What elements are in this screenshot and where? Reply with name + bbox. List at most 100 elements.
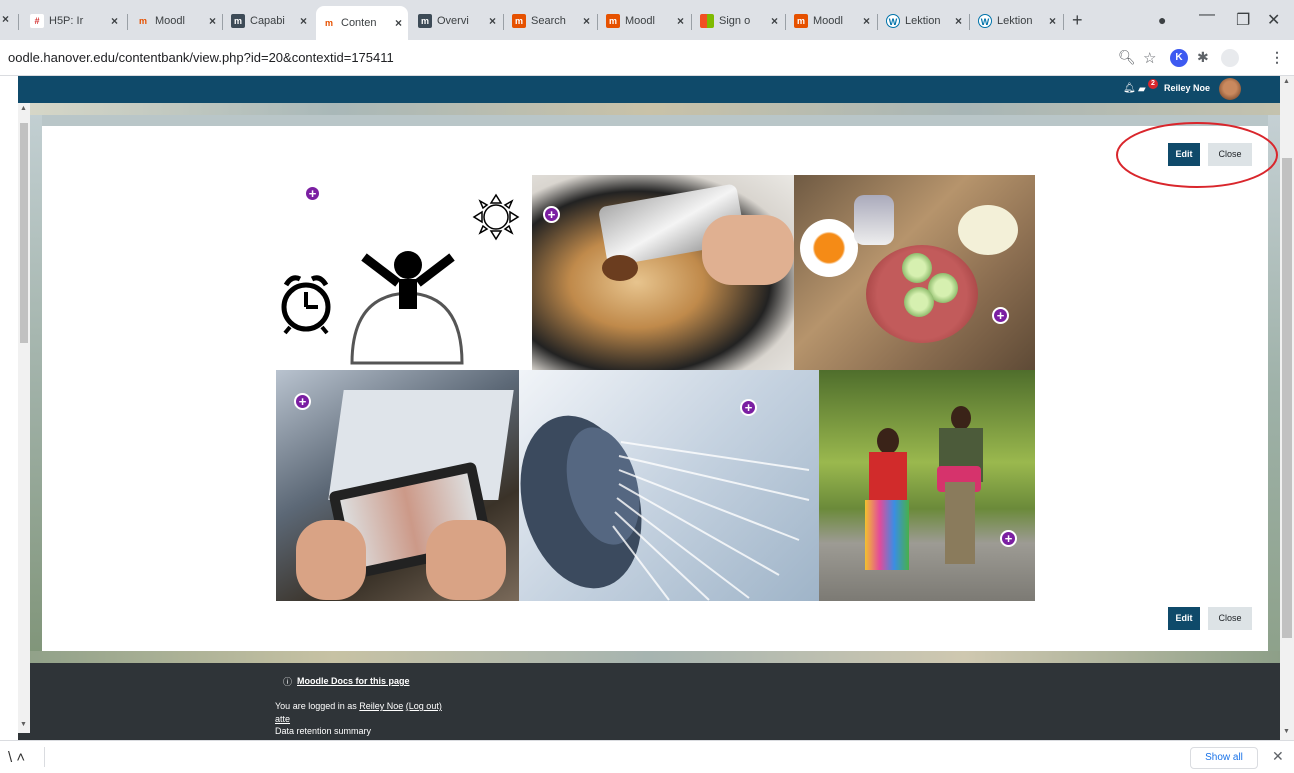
- browser-tab[interactable]: W Lektion ×: [972, 8, 1062, 34]
- kebab-menu-icon[interactable]: ⋮: [1270, 49, 1284, 66]
- page-scroll-thumb[interactable]: [1282, 158, 1292, 638]
- avatar[interactable]: [1219, 78, 1241, 100]
- download-bar: \ ˄ Show all ✕: [0, 740, 1294, 773]
- tab-label: Lektion: [997, 15, 1033, 27]
- restore-icon[interactable]: ❐: [1236, 10, 1250, 30]
- minimize-icon[interactable]: —: [1199, 6, 1215, 24]
- hotspot-plus-icon[interactable]: +: [304, 185, 321, 202]
- scroll-up-icon[interactable]: ▲: [20, 105, 27, 112]
- moodle-m-icon: m: [231, 14, 245, 28]
- alarm-clock-icon: [281, 193, 520, 365]
- bookmark-star-icon[interactable]: ☆: [1143, 49, 1156, 67]
- moodle-docs-link[interactable]: Moodle Docs for this page: [297, 676, 410, 686]
- background-strip: [18, 103, 1280, 115]
- tablet-hands-photo: [276, 370, 519, 601]
- moodle-page: 🔔︎ ▰ 2 Reiley Noe Edit Close + + + + + +…: [18, 76, 1280, 740]
- page-footer: ⓘ Moodle Docs for this page You are logg…: [18, 663, 1280, 740]
- coffee-filter-photo: [532, 175, 794, 370]
- inner-scrollbar[interactable]: ▲ ▼: [18, 103, 30, 733]
- tab-close-icon[interactable]: ×: [111, 14, 118, 28]
- tab-close-icon[interactable]: ×: [955, 14, 962, 28]
- download-item-icon[interactable]: \ ˄: [8, 749, 25, 766]
- zoom-icon[interactable]: 🔍︎: [1118, 49, 1136, 66]
- window-close-icon[interactable]: ✕: [1267, 10, 1280, 30]
- browser-tab[interactable]: m Moodl ×: [600, 8, 690, 34]
- tab-label: Capabi: [250, 15, 285, 27]
- hotspot-plus-icon[interactable]: +: [740, 399, 757, 416]
- browser-tab[interactable]: m Capabi ×: [225, 8, 313, 34]
- inner-scroll-thumb[interactable]: [20, 123, 28, 343]
- hotspot-plus-icon[interactable]: +: [1000, 530, 1017, 547]
- messages-icon[interactable]: ▰: [1138, 84, 1146, 95]
- logged-in-info: You are logged in as Reiley Noe (Log out…: [275, 701, 442, 711]
- close-button-bottom[interactable]: Close: [1208, 607, 1252, 630]
- tab-label: Overvi: [437, 15, 469, 27]
- browser-tab-active[interactable]: m Conten ×: [316, 6, 408, 40]
- tab-label: Moodl: [625, 15, 655, 27]
- extensions-puzzle-icon[interactable]: ✱: [1197, 49, 1209, 66]
- profile-k-icon[interactable]: K: [1170, 49, 1188, 67]
- moodle-icon: m: [138, 16, 147, 26]
- tab-close-icon[interactable]: ×: [2, 12, 9, 26]
- scroll-down-icon[interactable]: ▼: [1283, 728, 1290, 735]
- user-name[interactable]: Reiley Noe: [1164, 83, 1210, 93]
- url-field[interactable]: oodle.hanover.edu/contentbank/view.php?i…: [8, 50, 394, 65]
- tab-close-icon[interactable]: ×: [300, 14, 307, 28]
- edit-button-bottom[interactable]: Edit: [1168, 607, 1200, 630]
- tab-close-icon[interactable]: ×: [209, 14, 216, 28]
- footer-link[interactable]: atte: [275, 714, 290, 724]
- tab-close-icon[interactable]: ×: [1049, 14, 1056, 28]
- tab-close-icon[interactable]: ×: [677, 14, 684, 28]
- tab-label: Sign o: [719, 15, 751, 27]
- microsoft-icon: [700, 14, 714, 28]
- browser-tab[interactable]: W Lektion ×: [880, 8, 968, 34]
- moodle-icon: m: [324, 18, 333, 28]
- account-icon[interactable]: [1221, 49, 1239, 67]
- tab-label: Moodl: [155, 15, 185, 27]
- logged-in-prefix: You are logged in as: [275, 701, 357, 711]
- tab-close-icon[interactable]: ×: [395, 16, 402, 30]
- page-scrollbar[interactable]: ▲ ▼: [1280, 76, 1294, 740]
- browser-tab[interactable]: m Moodl ×: [130, 8, 222, 34]
- tab-close-icon[interactable]: ×: [771, 14, 778, 28]
- breakfast-plate-photo: [794, 175, 1035, 370]
- hotspot-plus-icon[interactable]: +: [294, 393, 311, 410]
- moodle-m-icon: m: [606, 14, 620, 28]
- tab-close-icon[interactable]: ×: [863, 14, 870, 28]
- tab-close-icon[interactable]: ×: [489, 14, 496, 28]
- moodle-m-icon: m: [512, 14, 526, 28]
- tab-close-icon[interactable]: ×: [583, 14, 590, 28]
- download-bar-close-icon[interactable]: ✕: [1272, 748, 1284, 765]
- logout-link[interactable]: (Log out): [406, 701, 442, 711]
- user-profile-link[interactable]: Reiley Noe: [359, 701, 403, 711]
- wordpress-icon: W: [886, 14, 900, 28]
- browser-tab[interactable]: Sign o ×: [694, 8, 784, 34]
- background-strip-bottom: [18, 651, 1280, 663]
- new-tab-plus-icon[interactable]: +: [1072, 10, 1083, 31]
- show-all-button[interactable]: Show all: [1190, 747, 1258, 769]
- wake-up-illustration: [276, 175, 532, 370]
- address-bar: oodle.hanover.edu/contentbank/view.php?i…: [0, 40, 1294, 76]
- tab-label: Conten: [341, 17, 377, 29]
- background-right: [1268, 115, 1280, 675]
- moodle-navbar: 🔔︎ ▰ 2 Reiley Noe: [18, 76, 1280, 103]
- content-region: Edit Close + + + + + + Edit Close: [42, 122, 1278, 651]
- tab-label: Moodl: [813, 15, 843, 27]
- walking-couple-photo: [819, 370, 1035, 601]
- browser-tab[interactable]: m Moodl ×: [788, 8, 876, 34]
- scroll-down-icon[interactable]: ▼: [20, 721, 27, 728]
- hotspot-plus-icon[interactable]: +: [543, 206, 560, 223]
- moodle-m-icon: m: [418, 14, 432, 28]
- scroll-up-icon[interactable]: ▲: [1283, 78, 1290, 85]
- hotspot-plus-icon[interactable]: +: [992, 307, 1009, 324]
- browser-tab[interactable]: # H5P: Ir ×: [24, 8, 124, 34]
- browser-tab[interactable]: m Overvi ×: [412, 8, 502, 34]
- bell-icon[interactable]: 🔔︎: [1123, 83, 1136, 94]
- notification-count-badge: 2: [1148, 79, 1158, 89]
- browser-tab-strip: × # H5P: Ir × m Moodl × m Capabi × m Con…: [0, 0, 1294, 40]
- tab-search-icon[interactable]: ●: [1158, 12, 1166, 28]
- data-retention-link[interactable]: Data retention summary: [275, 726, 371, 736]
- wordpress-icon: W: [978, 14, 992, 28]
- browser-tab[interactable]: m Search ×: [506, 8, 596, 34]
- tab-label: H5P: Ir: [49, 15, 84, 27]
